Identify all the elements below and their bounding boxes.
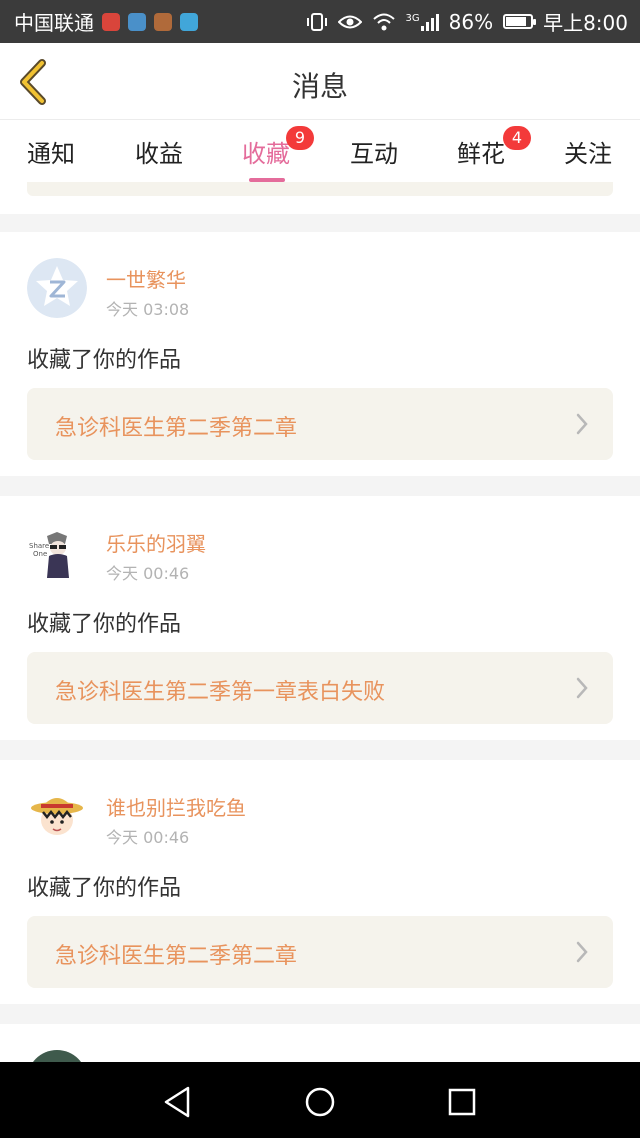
tab-earnings[interactable]: 收益 (119, 134, 199, 169)
vibrate-icon (306, 12, 327, 31)
user-avatar-icon: Share One (27, 522, 87, 582)
chevron-right-icon (576, 413, 588, 435)
message-list[interactable]: 一世繁华 今天 03:08 收藏了你的作品 急诊科医生第二季第二章 Share … (0, 182, 640, 1062)
svg-text:Share: Share (29, 542, 49, 550)
tab-notifications[interactable]: 通知 (11, 134, 91, 169)
tab-label: 收藏 (242, 140, 290, 168)
avatar[interactable] (27, 258, 87, 318)
wifi-icon (372, 13, 395, 30)
user-avatar-icon (27, 786, 87, 846)
timestamp: 今天 00:46 (106, 828, 190, 847)
tab-label: 互动 (350, 140, 398, 168)
chevron-right-icon (576, 941, 588, 963)
store-app-icon (180, 12, 198, 31)
previous-work-link[interactable] (27, 182, 613, 196)
tab-follows[interactable]: 关注 (548, 134, 628, 169)
message-card-partial (0, 1024, 640, 1062)
work-link[interactable]: 急诊科医生第二季第二章 (27, 388, 613, 460)
timestamp: 今天 00:46 (106, 564, 190, 583)
message-card: Share One 乐乐的羽翼 今天 00:46 收藏了你的作品 急诊科医生第二… (0, 496, 640, 740)
status-bar: 中国联通 3G 86% 早上8:00 (0, 0, 640, 43)
battery-level (506, 17, 527, 26)
tab-label: 鲜花 (457, 140, 505, 168)
work-title: 急诊科医生第二季第二章 (55, 944, 298, 969)
nav-header: 消息 (0, 43, 640, 120)
work-title: 急诊科医生第二季第一章表白失败 (55, 680, 386, 705)
timestamp: 今天 03:08 (106, 300, 190, 319)
tab-interactions[interactable]: 互动 (334, 134, 414, 169)
tab-badge: 4 (503, 126, 531, 150)
carrier-label: 中国联通 (14, 11, 94, 35)
tab-label: 收益 (135, 140, 183, 168)
avatar[interactable]: Share One (27, 522, 87, 582)
avatar[interactable] (27, 1050, 87, 1062)
work-title: 急诊科医生第二季第二章 (55, 416, 298, 441)
tab-bar: 通知 收益 收藏 9 互动 鲜花 4 关注 (0, 120, 640, 182)
previous-card-tail (0, 182, 640, 214)
tab-flowers[interactable]: 鲜花 4 (441, 126, 531, 169)
page-title: 消息 (291, 70, 348, 103)
network-type-label: 3G (405, 12, 420, 24)
back-triangle-icon[interactable] (158, 1082, 198, 1122)
battery-icon (503, 14, 537, 29)
work-link[interactable]: 急诊科医生第二季第一章表白失败 (27, 652, 613, 724)
avatar[interactable] (27, 786, 87, 846)
power-app-icon (102, 12, 120, 31)
tab-label: 通知 (27, 140, 75, 168)
message-card: 一世繁华 今天 03:08 收藏了你的作品 急诊科医生第二季第二章 (0, 232, 640, 476)
tab-favorites[interactable]: 收藏 9 (226, 126, 314, 182)
tab-label: 关注 (564, 140, 612, 168)
system-nav-bar (0, 1062, 640, 1138)
browser-app-icon (128, 12, 146, 31)
username[interactable]: 乐乐的羽翼 (106, 528, 206, 557)
action-text: 收藏了你的作品 (27, 876, 182, 901)
tab-badge: 9 (286, 126, 314, 150)
eye-icon (337, 15, 362, 28)
svg-text:One: One (33, 550, 47, 558)
chevron-right-icon (576, 677, 588, 699)
clock: 早上8:00 (543, 11, 628, 35)
signal-icon (420, 13, 439, 31)
battery-percent: 86% (448, 9, 494, 34)
recents-square-icon[interactable] (442, 1082, 482, 1122)
action-text: 收藏了你的作品 (27, 348, 182, 373)
message-card: 谁也别拦我吃鱼 今天 00:46 收藏了你的作品 急诊科医生第二季第二章 (0, 760, 640, 1004)
home-circle-icon[interactable] (300, 1082, 340, 1122)
default-avatar-icon (27, 258, 87, 318)
huawei-app-icon (154, 12, 172, 31)
work-link[interactable]: 急诊科医生第二季第二章 (27, 916, 613, 988)
username[interactable]: 一世繁华 (106, 264, 186, 293)
action-text: 收藏了你的作品 (27, 612, 182, 637)
username[interactable]: 谁也别拦我吃鱼 (106, 792, 246, 821)
